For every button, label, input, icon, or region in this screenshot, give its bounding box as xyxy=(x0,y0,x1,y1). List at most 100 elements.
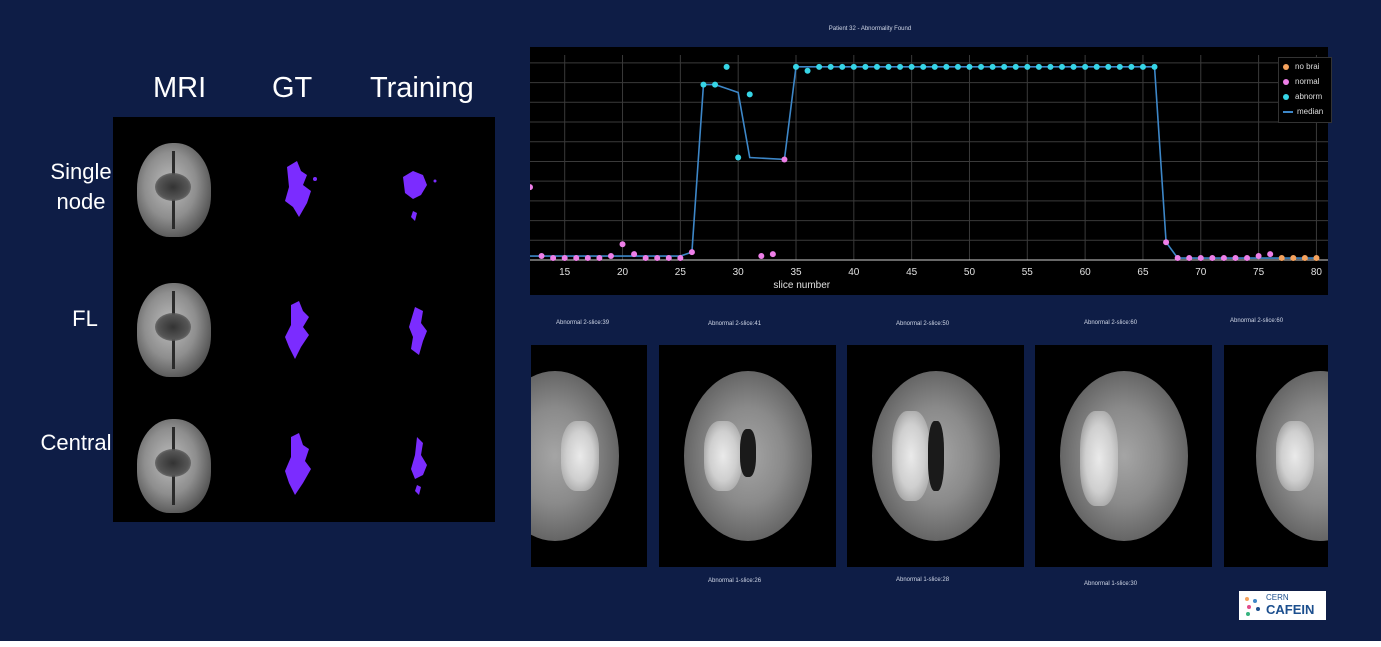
x-tick-label: 75 xyxy=(1253,267,1265,278)
axial-scan xyxy=(872,371,1000,541)
legend-marker xyxy=(1283,78,1289,85)
data-point-abnorm xyxy=(839,63,846,70)
column-header-mri: MRI xyxy=(153,72,207,104)
logo-cafein-text: CAFEIN xyxy=(1266,602,1315,617)
x-tick-label: 70 xyxy=(1195,267,1207,278)
data-point-normal xyxy=(607,253,614,260)
data-point-normal xyxy=(1220,255,1227,262)
column-header-training: Training xyxy=(370,72,474,104)
data-point-abnorm xyxy=(897,63,904,70)
data-point-abnorm xyxy=(989,63,996,70)
data-point-abnorm xyxy=(885,63,892,70)
legend-marker xyxy=(1283,63,1289,70)
x-tick-label: 20 xyxy=(617,267,629,278)
axial-scan xyxy=(531,371,619,541)
data-point-abnorm xyxy=(1012,63,1019,70)
data-point-abnorm xyxy=(793,63,799,70)
chart-plot: 15 20 25 30 35 40 45 50 55 60 65 70 75 80 slice number xyxy=(530,55,1328,291)
slice-image-2 xyxy=(659,345,836,567)
x-tick-label: 35 xyxy=(790,267,802,278)
slice-top-label-3: Abnormal 2-slice:50 xyxy=(896,321,950,327)
data-point-abnorm xyxy=(908,63,915,70)
gt-fl xyxy=(239,257,359,387)
slice-top-label-5: Abnormal 2-slice:60 xyxy=(1230,318,1284,324)
gt-central xyxy=(239,393,359,523)
x-tick-label: 65 xyxy=(1137,267,1149,278)
mri-central xyxy=(113,393,233,523)
data-point-abnorm xyxy=(978,63,985,70)
data-point-abnorm xyxy=(827,63,834,70)
data-point-normal xyxy=(561,255,568,262)
data-point-abnorm xyxy=(1139,63,1146,70)
data-point-abnorm xyxy=(954,63,961,70)
data-point-normal xyxy=(1232,255,1239,262)
lesion-region xyxy=(1080,411,1118,506)
legend-item-no-brain: no brai xyxy=(1283,62,1319,71)
chart-legend: no brai normal abnorm median xyxy=(1278,57,1332,123)
gt-single-node xyxy=(239,117,359,247)
slice-image-1 xyxy=(531,345,647,567)
legend-item-normal: normal xyxy=(1283,77,1319,86)
brain-scan xyxy=(137,283,211,377)
x-tick-label: 80 xyxy=(1311,267,1323,278)
data-point-normal xyxy=(769,251,776,258)
training-single-node xyxy=(365,117,485,247)
x-tick-label: 45 xyxy=(906,267,918,278)
x-tick-label: 40 xyxy=(848,267,860,278)
x-tick-label: 55 xyxy=(1022,267,1034,278)
data-point-abnorm xyxy=(712,81,719,88)
data-point-normal xyxy=(573,255,580,262)
slice-bottom-label-2: Abnormal 1-slice:26 xyxy=(708,578,762,584)
training-fl xyxy=(365,257,485,387)
row-header-single-node: Single node xyxy=(50,159,112,214)
data-point-abnorm xyxy=(931,63,938,70)
data-point-normal xyxy=(642,255,649,262)
lesion-mask xyxy=(409,307,427,355)
data-point-normal xyxy=(550,255,557,262)
data-point-normal xyxy=(1163,239,1170,246)
data-point-normal xyxy=(584,255,591,262)
axial-scan xyxy=(1256,371,1328,541)
ventricle xyxy=(928,421,944,491)
data-point-no-brai xyxy=(1301,255,1308,262)
lesion-mask xyxy=(285,161,317,217)
slice-image-4 xyxy=(1035,345,1212,567)
chart-title: Patient 32 - Abnormality Found xyxy=(828,26,912,32)
data-point-abnorm xyxy=(1047,63,1054,70)
data-point-abnorm xyxy=(1082,63,1089,70)
slice-top-label-4: Abnormal 2-slice:60 xyxy=(1084,320,1138,326)
data-point-normal xyxy=(758,253,765,260)
lesion-region xyxy=(892,411,930,501)
cern-cafein-logo: CERN CAFEIN xyxy=(1239,591,1326,620)
data-point-no-brai xyxy=(1290,255,1297,262)
axial-scan xyxy=(1060,371,1188,541)
lesion-mask xyxy=(411,437,427,495)
data-point-abnorm xyxy=(816,63,823,70)
legend-label: median xyxy=(1297,107,1324,116)
data-point-normal xyxy=(781,156,788,163)
data-point-no-brai xyxy=(1278,255,1285,262)
data-point-normal xyxy=(1244,255,1251,262)
lesion-region xyxy=(704,421,742,491)
column-header-gt: GT xyxy=(272,72,313,104)
lesion-region xyxy=(561,421,599,491)
median-line xyxy=(530,66,1317,259)
axial-scan xyxy=(684,371,812,541)
x-axis-label: slice number xyxy=(773,280,830,291)
x-tick-label: 25 xyxy=(675,267,687,278)
data-point-normal xyxy=(631,251,638,258)
data-point-abnorm xyxy=(873,63,880,70)
data-point-normal xyxy=(1209,255,1216,262)
data-point-abnorm xyxy=(1093,63,1100,70)
data-point-normal xyxy=(538,253,545,260)
x-tick-label: 15 xyxy=(559,267,571,278)
data-point-abnorm xyxy=(1116,63,1123,70)
data-point-normal xyxy=(1267,251,1274,258)
brain-scan xyxy=(137,143,211,237)
abnormality-chart: 15 20 25 30 35 40 45 50 55 60 65 70 75 80 slice number… xyxy=(530,47,1332,295)
data-point-abnorm xyxy=(723,63,730,70)
x-tick-label: 50 xyxy=(964,267,976,278)
legend-item-abnormal: abnorm xyxy=(1283,92,1322,101)
data-point-abnorm xyxy=(920,63,927,70)
slice-bottom-label-4: Abnormal 1-slice:30 xyxy=(1084,581,1138,587)
